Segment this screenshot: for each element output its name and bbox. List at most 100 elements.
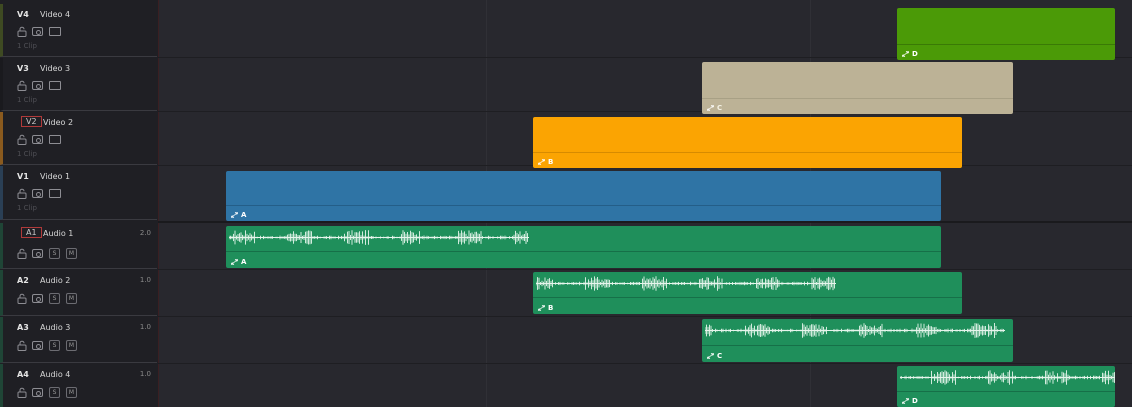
clip-label: C: [707, 104, 722, 112]
track-header-a3[interactable]: A3 Audio 3 1.0 S M: [0, 317, 157, 363]
track-id: V1: [17, 172, 29, 181]
track-name[interactable]: Audio 1: [43, 229, 73, 238]
link-icon: [231, 259, 238, 265]
solo-button[interactable]: S: [49, 340, 60, 351]
channel-format: 2.0: [139, 229, 151, 237]
track-name[interactable]: Video 3: [40, 64, 70, 73]
solo-button[interactable]: S: [49, 293, 60, 304]
lock-icon[interactable]: [17, 188, 27, 199]
auto-select-icon[interactable]: [32, 249, 43, 258]
lock-icon[interactable]: [17, 80, 27, 91]
clip-band: [702, 345, 1013, 346]
clip-label: C: [707, 352, 722, 360]
link-icon: [538, 305, 545, 311]
track-id: V4: [17, 10, 29, 19]
track-header-a1[interactable]: A1 Audio 1 2.0 S M: [0, 223, 157, 269]
audio-clip-b[interactable]: B: [533, 272, 962, 314]
audio-waveform: [536, 276, 836, 291]
monitor-icon[interactable]: [49, 27, 61, 36]
audio-waveform: [229, 230, 529, 245]
link-icon: [902, 398, 909, 404]
track-name[interactable]: Video 1: [40, 172, 70, 181]
lock-icon[interactable]: [17, 134, 27, 145]
clip-name: D: [912, 50, 918, 58]
clip-name: C: [717, 352, 723, 360]
monitor-icon[interactable]: [49, 189, 61, 198]
track-name[interactable]: Video 2: [43, 118, 73, 127]
link-icon: [538, 159, 545, 165]
track-separator: [158, 316, 1132, 317]
clip-label: D: [902, 397, 918, 405]
auto-select-icon[interactable]: [32, 341, 43, 350]
auto-select-icon[interactable]: [32, 81, 43, 90]
timeline: V4 Video 4 1 Clip V3 Video 3 1 Clip V2 V…: [0, 0, 1132, 407]
clip-label: D: [902, 50, 918, 58]
clip-label: A: [231, 258, 246, 266]
track-id-source-patch[interactable]: A1: [21, 227, 42, 238]
lock-icon[interactable]: [17, 340, 27, 351]
clip-band: [897, 391, 1115, 392]
mute-button[interactable]: M: [66, 248, 77, 259]
auto-select-icon[interactable]: [32, 388, 43, 397]
audio-clip-d[interactable]: D: [897, 366, 1115, 407]
lock-icon[interactable]: [17, 26, 27, 37]
clip-band: [702, 98, 1013, 99]
monitor-icon[interactable]: [49, 81, 61, 90]
timeline-track-area[interactable]: D C B A A B C D: [158, 0, 1132, 407]
audio-clip-c[interactable]: C: [702, 319, 1013, 362]
clip-count: 1 Clip: [17, 204, 37, 212]
clip-label: B: [538, 158, 553, 166]
clip-name: B: [548, 304, 554, 312]
channel-format: 1.0: [139, 276, 151, 284]
clip-label: B: [538, 304, 553, 312]
track-id-source-patch[interactable]: V2: [21, 116, 42, 127]
auto-select-icon[interactable]: [32, 294, 43, 303]
track-header-v4[interactable]: V4 Video 4 1 Clip: [0, 4, 157, 57]
lock-icon[interactable]: [17, 248, 27, 259]
clip-name: C: [717, 104, 723, 112]
auto-select-icon[interactable]: [32, 189, 43, 198]
track-name[interactable]: Video 4: [40, 10, 70, 19]
track-id: V3: [17, 64, 29, 73]
video-audio-divider: [158, 221, 1132, 223]
auto-select-icon[interactable]: [32, 135, 43, 144]
auto-select-icon[interactable]: [32, 27, 43, 36]
monitor-icon[interactable]: [49, 135, 61, 144]
mute-button[interactable]: M: [66, 293, 77, 304]
mute-button[interactable]: M: [66, 387, 77, 398]
link-icon: [231, 212, 238, 218]
video-clip-a[interactable]: A: [226, 171, 941, 221]
solo-button[interactable]: S: [49, 387, 60, 398]
track-header-a4[interactable]: A4 Audio 4 1.0 S M: [0, 364, 157, 407]
audio-clip-a[interactable]: A: [226, 226, 941, 268]
clip-count: 1 Clip: [17, 96, 37, 104]
solo-button[interactable]: S: [49, 248, 60, 259]
video-clip-c[interactable]: C: [702, 62, 1013, 114]
lock-icon[interactable]: [17, 387, 27, 398]
link-icon: [707, 353, 714, 359]
track-header-v3[interactable]: V3 Video 3 1 Clip: [0, 58, 157, 111]
clip-name: D: [912, 397, 918, 405]
video-clip-d[interactable]: D: [897, 8, 1115, 60]
link-icon: [707, 105, 714, 111]
clip-band: [897, 44, 1115, 45]
video-clip-b[interactable]: B: [533, 117, 962, 168]
lock-icon[interactable]: [17, 293, 27, 304]
track-header-v2[interactable]: V2 Video 2 1 Clip: [0, 112, 157, 165]
link-icon: [902, 51, 909, 57]
track-name[interactable]: Audio 2: [40, 276, 70, 285]
track-name[interactable]: Audio 4: [40, 370, 70, 379]
clip-name: A: [241, 211, 247, 219]
mute-button[interactable]: M: [66, 340, 77, 351]
audio-waveform: [900, 370, 1115, 385]
clip-name: B: [548, 158, 554, 166]
track-separator: [158, 269, 1132, 270]
track-name[interactable]: Audio 3: [40, 323, 70, 332]
track-id: A2: [17, 276, 29, 285]
track-header-panel: V4 Video 4 1 Clip V3 Video 3 1 Clip V2 V…: [0, 0, 159, 407]
clip-band: [226, 205, 941, 206]
track-header-a2[interactable]: A2 Audio 2 1.0 S M: [0, 270, 157, 316]
clip-count: 1 Clip: [17, 42, 37, 50]
channel-format: 1.0: [139, 370, 151, 378]
track-header-v1[interactable]: V1 Video 1 1 Clip: [0, 166, 157, 220]
